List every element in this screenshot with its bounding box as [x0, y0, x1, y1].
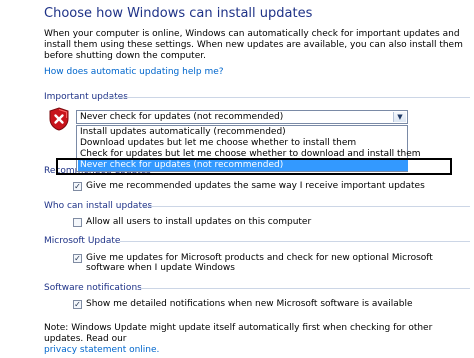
microsoft-update-rule	[120, 241, 470, 242]
chevron-down-icon[interactable]: ▼	[393, 112, 406, 122]
microsoft-update-checkbox[interactable]: ✓	[73, 254, 82, 263]
who-can-install-rule	[144, 206, 470, 207]
checkmark-icon: ✓	[74, 254, 81, 263]
allow-all-users-checkbox[interactable]	[73, 218, 82, 227]
checkmark-icon: ✓	[74, 182, 81, 191]
detailed-notifications-label: Show me detailed notifications when new …	[86, 299, 413, 309]
dropdown-selected-value: Never check for updates (not recommended…	[80, 112, 284, 122]
option-install-automatically[interactable]: Install updates automatically (recommend…	[78, 127, 408, 138]
checkmark-icon: ✓	[74, 300, 81, 309]
option-download-choose-install[interactable]: Download updates but let me choose wheth…	[78, 138, 408, 149]
recommended-updates-checkbox[interactable]: ✓	[73, 182, 82, 191]
allow-all-users-label: Allow all users to install updates on th…	[86, 217, 312, 227]
microsoft-update-heading: Microsoft Update	[44, 236, 121, 246]
recommended-updates-label: Give me recommended updates the same way…	[86, 181, 425, 191]
who-can-install-heading: Who can install updates	[44, 201, 153, 211]
important-updates-dropdown[interactable]: Never check for updates (not recommended…	[76, 110, 408, 124]
important-updates-rule	[104, 97, 470, 98]
privacy-statement-link[interactable]: privacy statement online.	[44, 345, 159, 355]
intro-text: When your computer is online, Windows ca…	[44, 29, 463, 61]
detailed-notifications-checkbox[interactable]: ✓	[73, 300, 82, 309]
page-title: Choose how Windows can install updates	[44, 6, 313, 21]
software-notifications-heading: Software notifications	[44, 283, 142, 293]
microsoft-update-label: Give me updates for Microsoft products a…	[86, 253, 433, 273]
help-link[interactable]: How does automatic updating help me?	[44, 67, 224, 77]
software-notifications-rule	[140, 288, 470, 289]
note-body: Note: Windows Update might update itself…	[44, 323, 433, 344]
red-shield-x-icon	[49, 107, 69, 131]
note-text: Note: Windows Update might update itself…	[44, 323, 472, 356]
selection-highlight-box	[56, 158, 452, 175]
